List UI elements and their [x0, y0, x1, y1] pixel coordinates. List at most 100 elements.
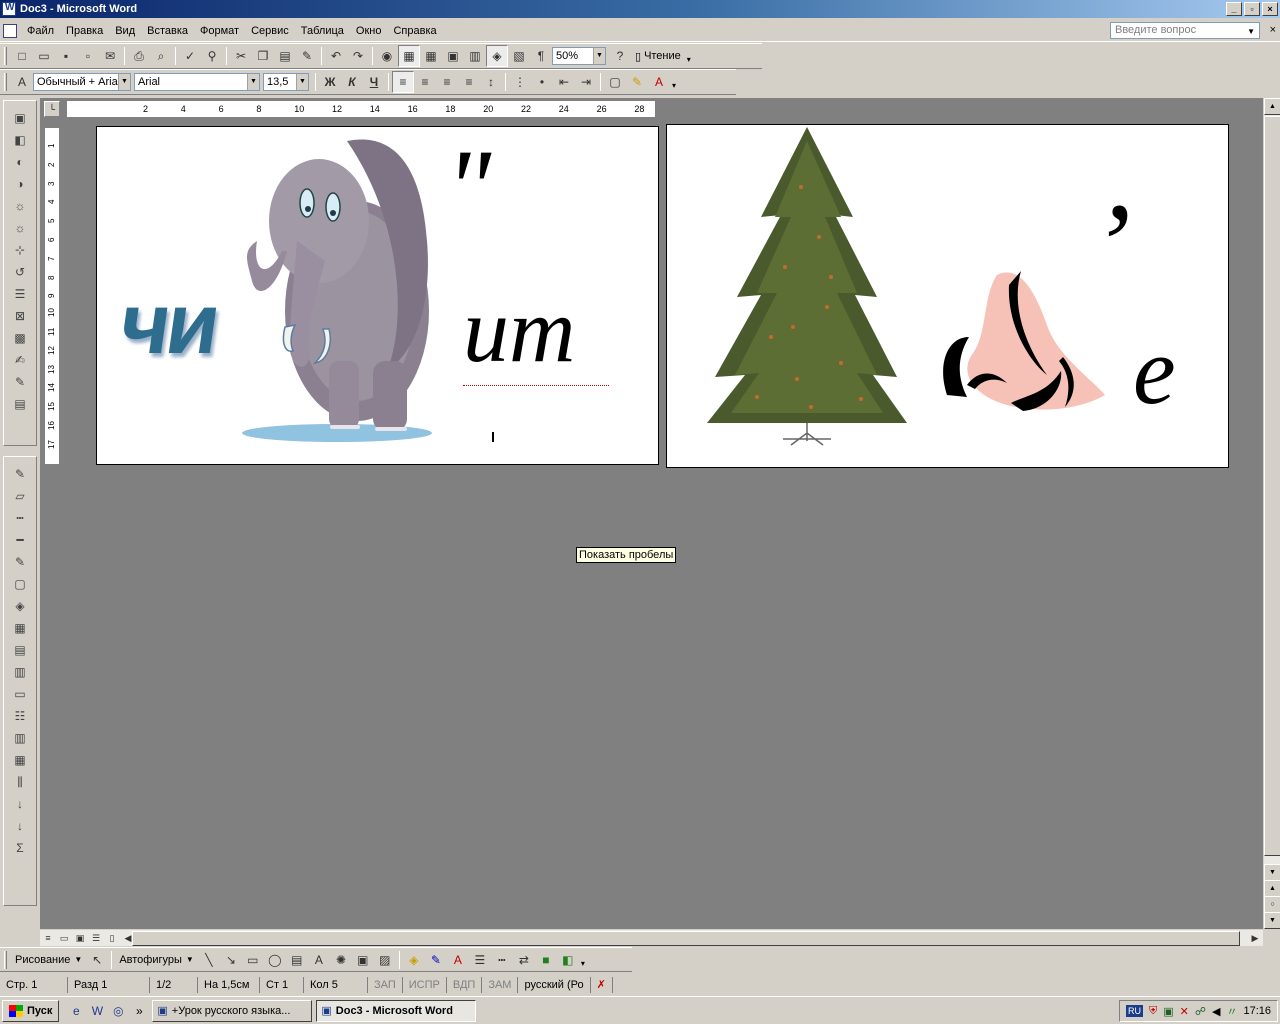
- insert-table-icon[interactable]: ▦: [9, 617, 31, 639]
- toolbar-grip[interactable]: [4, 47, 7, 65]
- diagram-icon[interactable]: ✺: [330, 949, 352, 971]
- align-icon[interactable]: ▭: [9, 683, 31, 705]
- align-right-icon[interactable]: ≡: [436, 71, 458, 93]
- more-contrast-icon[interactable]: ◐: [9, 151, 31, 173]
- clock[interactable]: 17:16: [1243, 1005, 1271, 1017]
- word-app-icon[interactable]: [2, 2, 16, 16]
- print-layout-icon[interactable]: ▣: [72, 931, 88, 946]
- taskbar-item-lesson[interactable]: ▣ +Урок русского языка...: [152, 999, 313, 1022]
- menu-edit[interactable]: Правка: [60, 25, 109, 37]
- close-button[interactable]: ×: [1262, 2, 1278, 16]
- line-style-icon[interactable]: ☰: [9, 283, 31, 305]
- undo-icon[interactable]: ↶: [325, 45, 347, 67]
- scroll-up-icon[interactable]: ▲: [1264, 98, 1280, 115]
- spelling-icon[interactable]: ✓: [179, 45, 201, 67]
- status-overtype[interactable]: ЗАМ: [482, 977, 519, 993]
- border-color-icon[interactable]: ✎: [9, 551, 31, 573]
- menu-format[interactable]: Формат: [194, 25, 245, 37]
- previous-page-icon[interactable]: ▲: [1264, 880, 1280, 897]
- status-track[interactable]: ИСПР: [403, 977, 447, 993]
- toolbar-grip[interactable]: [4, 950, 7, 969]
- christmas-tree-image[interactable]: [701, 127, 913, 449]
- borders-icon[interactable]: ▢: [604, 71, 626, 93]
- document-map-icon[interactable]: ▧: [508, 45, 530, 67]
- line-style-icon[interactable]: ☰: [469, 949, 491, 971]
- normal-view-icon[interactable]: ≡: [40, 931, 56, 946]
- split-cells-icon[interactable]: ▥: [9, 661, 31, 683]
- arrow-style-icon[interactable]: ⇄: [513, 949, 535, 971]
- fill-color-icon[interactable]: ◈: [403, 949, 425, 971]
- less-contrast-icon[interactable]: ◑: [9, 173, 31, 195]
- toolbar-grip[interactable]: [4, 73, 7, 91]
- outline-view-icon[interactable]: ☰: [88, 931, 104, 946]
- start-button[interactable]: Пуск: [2, 999, 60, 1022]
- font-select[interactable]: Arial ▼: [134, 73, 260, 91]
- clip-art-icon[interactable]: ▣: [352, 949, 374, 971]
- sort-ascending-icon[interactable]: ↓: [9, 793, 31, 815]
- menu-insert[interactable]: Вставка: [141, 25, 194, 37]
- cut-icon[interactable]: ✂: [230, 45, 252, 67]
- chevron-down-icon[interactable]: ▼: [296, 74, 308, 90]
- distribute-columns-icon[interactable]: ▥: [9, 727, 31, 749]
- styles-icon[interactable]: A: [11, 71, 33, 93]
- scroll-right-icon[interactable]: ▶: [1247, 931, 1263, 946]
- dash-style-icon[interactable]: ┅: [491, 949, 513, 971]
- underline-button[interactable]: Ч: [363, 71, 385, 93]
- rectangle-icon[interactable]: ▭: [242, 949, 264, 971]
- insert-table-icon[interactable]: ▦: [420, 45, 442, 67]
- autosum-icon[interactable]: Σ: [9, 837, 31, 859]
- italic-button[interactable]: К: [341, 71, 363, 93]
- reset-picture-icon[interactable]: ▤: [9, 393, 31, 415]
- close-document-icon[interactable]: ×: [1270, 24, 1276, 36]
- outside-border-icon[interactable]: ▢: [9, 573, 31, 595]
- antivirus-icon[interactable]: ⛨: [1149, 1005, 1157, 1018]
- maximize-button[interactable]: ▫: [1244, 2, 1260, 16]
- status-language[interactable]: русский (Ро: [518, 977, 591, 993]
- select-objects-icon[interactable]: ↖: [86, 949, 108, 971]
- rotate-icon[interactable]: ↺: [9, 261, 31, 283]
- redo-icon[interactable]: ↷: [347, 45, 369, 67]
- font-color-icon[interactable]: A: [648, 71, 670, 93]
- more-icon[interactable]: »: [130, 1002, 148, 1020]
- print-preview-icon[interactable]: ⌕: [150, 45, 172, 67]
- shadow-style-icon[interactable]: ■: [535, 949, 557, 971]
- page-2[interactable]: ’ е: [666, 124, 1229, 468]
- drawing-icon[interactable]: ◈: [486, 45, 508, 67]
- toolbar-options-icon[interactable]: ▾: [579, 949, 587, 971]
- shading-color-icon[interactable]: ◈: [9, 595, 31, 617]
- spelling-status-icon[interactable]: ✗: [591, 977, 613, 993]
- wireless-icon[interactable]: 〃: [1226, 1003, 1237, 1019]
- minimize-button[interactable]: _: [1226, 2, 1242, 16]
- align-left-icon[interactable]: ≡: [392, 71, 414, 93]
- sort-descending-icon[interactable]: ↓: [9, 815, 31, 837]
- web-layout-icon[interactable]: ▭: [56, 931, 72, 946]
- vertical-scrollbar[interactable]: ▲ ▼ ▲ ○ ▼: [1263, 98, 1280, 929]
- scroll-down-icon[interactable]: ▼: [1264, 864, 1280, 881]
- menu-help[interactable]: Справка: [387, 25, 442, 37]
- distribute-rows-icon[interactable]: ☷: [9, 705, 31, 727]
- hyperlink-icon[interactable]: ◉: [376, 45, 398, 67]
- help-icon[interactable]: ?: [609, 45, 631, 67]
- menu-window[interactable]: Окно: [350, 25, 388, 37]
- format-painter-icon[interactable]: ✎: [296, 45, 318, 67]
- less-brightness-icon[interactable]: ☼: [9, 217, 31, 239]
- copy-icon[interactable]: ❐: [252, 45, 274, 67]
- show-formatting-icon[interactable]: ¶: [530, 45, 552, 67]
- email-icon[interactable]: ✉: [99, 45, 121, 67]
- save-icon[interactable]: ▪: [55, 45, 77, 67]
- language-indicator[interactable]: RU: [1125, 1005, 1143, 1017]
- paste-icon[interactable]: ▤: [274, 45, 296, 67]
- oval-icon[interactable]: ◯: [264, 949, 286, 971]
- highlight-icon[interactable]: ✎: [626, 71, 648, 93]
- set-transparent-icon[interactable]: ✎: [9, 371, 31, 393]
- permission-icon[interactable]: ▫: [77, 45, 99, 67]
- toolbar-options-icon[interactable]: ▾: [670, 71, 678, 93]
- chevron-down-icon[interactable]: ▼: [186, 955, 194, 964]
- columns-icon[interactable]: ▥: [464, 45, 486, 67]
- new-document-icon[interactable]: □: [11, 45, 33, 67]
- tables-borders-icon[interactable]: ▦: [398, 45, 420, 67]
- taskbar-item-doc3[interactable]: ▣ Doc3 - Microsoft Word: [316, 999, 477, 1022]
- justify-icon[interactable]: ≡: [458, 71, 480, 93]
- crop-icon[interactable]: ⊹: [9, 239, 31, 261]
- line-icon[interactable]: ╲: [198, 949, 220, 971]
